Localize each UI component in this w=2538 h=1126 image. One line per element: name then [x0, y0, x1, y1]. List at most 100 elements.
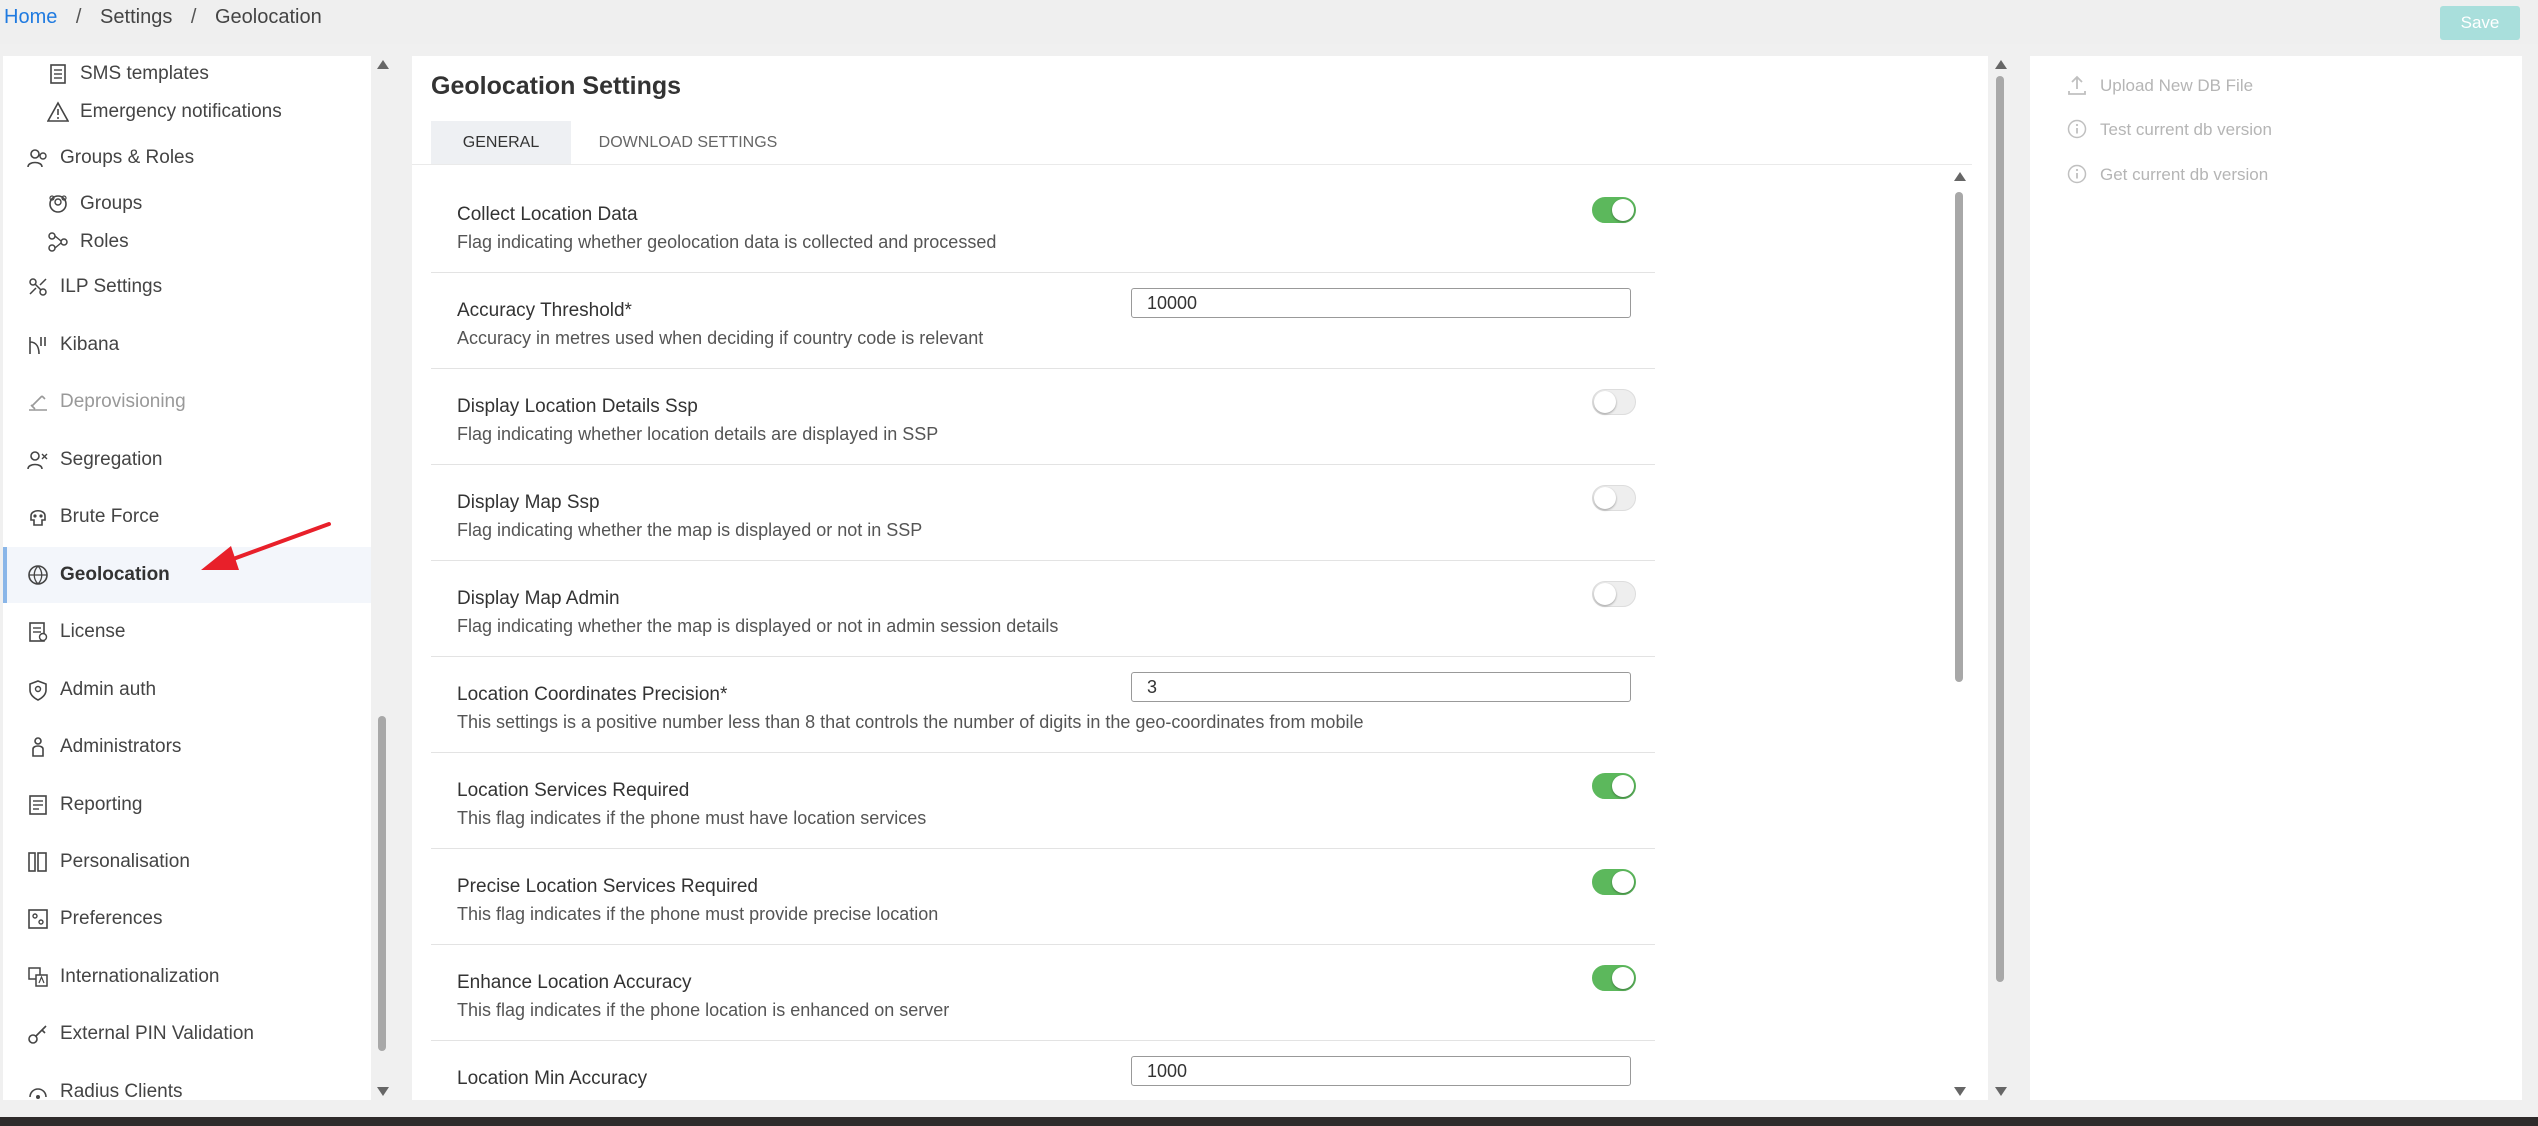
settings-scrollbar[interactable]: [1952, 168, 1966, 1100]
setting-label: Accuracy Threshold*: [457, 300, 632, 321]
save-button[interactable]: Save: [2440, 6, 2520, 40]
setting-description: This flag indicates if the phone must pr…: [457, 904, 939, 924]
display-location-details-ssp-toggle[interactable]: [1592, 389, 1636, 415]
breadcrumb: Home / Settings / Geolocation: [4, 6, 322, 29]
report-icon: [29, 795, 47, 815]
sidebar-scrollbar-thumb[interactable]: [378, 716, 386, 1051]
setting-label: Display Map Admin: [457, 588, 620, 609]
sidebar-item-label: Emergency notifications: [80, 101, 282, 122]
sidebar-item-label: Brute Force: [60, 506, 160, 527]
scroll-up-icon[interactable]: [1954, 172, 1966, 181]
skull-icon: [30, 509, 46, 526]
breadcrumb-home-link[interactable]: Home: [4, 6, 57, 28]
setting-label: Enhance Location Accuracy: [457, 972, 692, 993]
sidebar-item-label: License: [60, 621, 126, 642]
sidebar-item-license[interactable]: License: [3, 604, 371, 660]
top-bar: Home / Settings / Geolocation Save: [0, 0, 2538, 44]
sidebar-item-preferences[interactable]: Preferences: [3, 891, 371, 947]
key-icon: [28, 1025, 47, 1044]
actions-panel: Upload New DB File Test current db versi…: [2030, 56, 2522, 1100]
main-scrollbar[interactable]: [1993, 56, 2007, 1100]
kibana-icon: [29, 337, 46, 355]
sidebar-item-label: Reporting: [60, 794, 143, 815]
location-coordinates-precision-input[interactable]: [1131, 672, 1631, 702]
bottom-strip: [0, 1117, 2538, 1126]
deprovisioning-icon: [29, 395, 47, 411]
annotation-arrow-icon: [201, 522, 331, 570]
sidebar-item-label: Admin auth: [60, 679, 157, 700]
main-panel: Geolocation Settings GENERAL DOWNLOAD SE…: [412, 56, 1988, 1100]
group-icon: [49, 195, 67, 213]
setting-label: Display Map Ssp: [457, 492, 600, 513]
display-map-admin-toggle[interactable]: [1592, 581, 1636, 607]
action-label: Test current db version: [2100, 120, 2272, 139]
sidebar-item-label: Groups & Roles: [60, 147, 195, 168]
main-scrollbar-thumb[interactable]: [1996, 76, 2004, 982]
setting-row-location-coordinates-precision: Location Coordinates Precision* This sett…: [431, 656, 1655, 753]
scroll-down-icon[interactable]: [1995, 1087, 2007, 1096]
sidebar-item-radius-clients[interactable]: Radius Clients: [3, 1064, 371, 1100]
setting-row-location-services-required: Location Services Required This flag indi…: [431, 752, 1655, 849]
sidebar-item-deprovisioning[interactable]: Deprovisioning: [3, 374, 371, 430]
setting-description: This flag indicates if the phone locatio…: [457, 1000, 950, 1020]
sidebar-item-external-pin-validation[interactable]: External PIN Validation: [3, 1006, 371, 1062]
setting-description: Flag indicating whether geolocation data…: [457, 232, 997, 252]
sidebar-item-label: Administrators: [60, 736, 182, 757]
setting-label: Location Coordinates Precision*: [457, 684, 728, 705]
info-icon: [2067, 164, 2087, 184]
personalisation-icon: [28, 852, 47, 872]
tab-download-settings[interactable]: DOWNLOAD SETTINGS: [573, 121, 803, 165]
setting-row-precise-location-services-required: Precise Location Services Required This f…: [431, 848, 1655, 945]
display-map-ssp-toggle[interactable]: [1592, 485, 1636, 511]
accuracy-threshold-input[interactable]: [1131, 288, 1631, 318]
breadcrumb-settings[interactable]: Settings: [100, 6, 172, 28]
scroll-up-icon[interactable]: [377, 60, 389, 69]
toggle-knob: [1612, 871, 1634, 893]
enhance-location-accuracy-toggle[interactable]: [1592, 965, 1636, 991]
toggle-knob: [1612, 967, 1634, 989]
scroll-down-icon[interactable]: [1954, 1087, 1966, 1096]
setting-label: Location Min Accuracy: [457, 1068, 648, 1089]
collect-location-data-toggle[interactable]: [1592, 197, 1636, 223]
setting-description: Flag indicating whether location details…: [457, 424, 939, 444]
sidebar-item-label: Internationalization: [60, 966, 220, 987]
breadcrumb-separator: /: [190, 6, 197, 28]
location-services-required-toggle[interactable]: [1592, 773, 1636, 799]
setting-label: Location Services Required: [457, 780, 690, 801]
sidebar-item-ilp-settings[interactable]: ILP Settings: [3, 259, 371, 315]
sidebar-item-internationalization[interactable]: Internationalization: [3, 949, 371, 1005]
sidebar-scrollbar[interactable]: [375, 56, 389, 1100]
breadcrumb-current: Geolocation: [215, 6, 322, 28]
roles-icon: [48, 232, 68, 252]
setting-description: Flag indicating whether the map is displ…: [457, 520, 923, 540]
sidebar-item-label: Roles: [80, 231, 129, 252]
sidebar-item-label: Groups: [80, 193, 143, 214]
toggle-knob: [1594, 391, 1616, 413]
sidebar-item-administrators[interactable]: Administrators: [3, 719, 371, 775]
sidebar-item-kibana[interactable]: Kibana: [3, 317, 371, 373]
radius-icon: [29, 1088, 47, 1099]
license-icon: [29, 622, 48, 642]
precise-location-services-required-toggle[interactable]: [1592, 869, 1636, 895]
sidebar-item-admin-auth[interactable]: Admin auth: [3, 662, 371, 718]
setting-row-display-location-details-ssp: Display Location Details Ssp Flag indicat…: [431, 368, 1655, 465]
sidebar-item-label: Kibana: [60, 334, 120, 355]
sidebar-item-label: Geolocation: [60, 564, 170, 585]
info-icon: [2067, 119, 2087, 139]
segregation-icon: [27, 451, 48, 470]
sidebar-item-segregation[interactable]: Segregation: [3, 432, 371, 488]
scroll-up-icon[interactable]: [1995, 60, 2007, 69]
setting-description: Accuracy in metres used when deciding if…: [457, 328, 984, 348]
location-min-accuracy-input[interactable]: [1131, 1056, 1631, 1086]
sidebar-item-reporting[interactable]: Reporting: [3, 777, 371, 833]
sidebar-item-personalisation[interactable]: Personalisation: [3, 834, 371, 890]
sidebar-item-label: Radius Clients: [60, 1081, 183, 1100]
action-label: Upload New DB File: [2100, 76, 2254, 95]
tab-general[interactable]: GENERAL: [431, 121, 571, 165]
globe-icon: [28, 565, 48, 585]
preferences-icon: [28, 909, 48, 929]
translate-icon: [28, 967, 48, 987]
scroll-down-icon[interactable]: [377, 1087, 389, 1096]
setting-row-location-min-accuracy: Location Min Accuracy: [431, 1040, 1655, 1100]
settings-scrollbar-thumb[interactable]: [1955, 192, 1963, 682]
